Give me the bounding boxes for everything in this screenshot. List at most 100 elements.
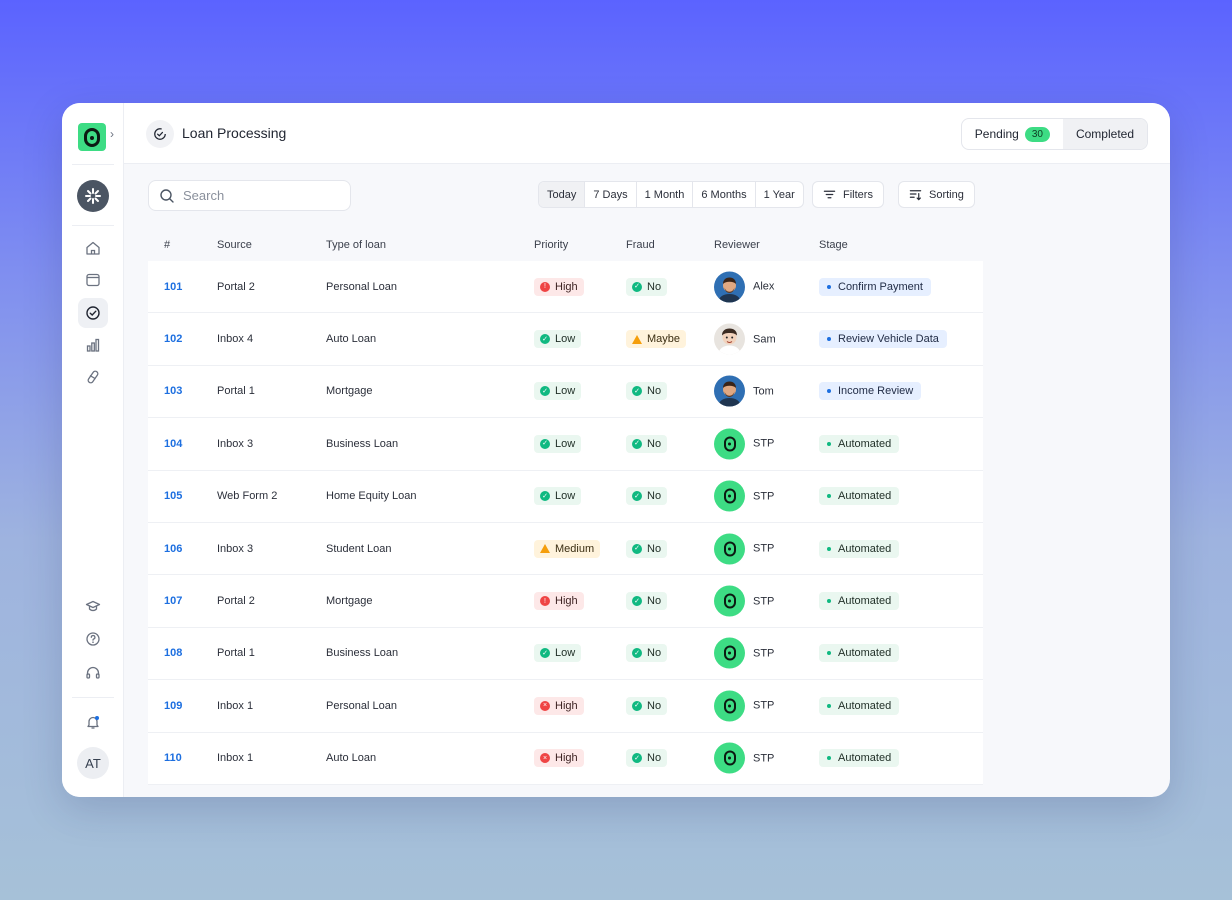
- stage-label: Automated: [838, 437, 892, 450]
- nav-learn[interactable]: [78, 591, 108, 621]
- stage-badge[interactable]: Automated: [819, 644, 900, 663]
- tab-pending[interactable]: Pending 30: [962, 119, 1063, 149]
- loan-id-link[interactable]: 109: [164, 700, 182, 712]
- loan-id-link[interactable]: 106: [164, 543, 182, 555]
- priority-label: Low: [555, 437, 576, 450]
- col-fraud[interactable]: Fraud: [626, 239, 655, 251]
- reviewer-cell[interactable]: STP: [714, 742, 774, 774]
- check-icon: ✓: [632, 491, 642, 502]
- sorting-button[interactable]: Sorting: [898, 181, 975, 208]
- table-row[interactable]: 109 Inbox 1 Personal Loan × High ✓ No STP Automa…: [148, 680, 983, 733]
- loan-id-link[interactable]: 102: [164, 333, 182, 345]
- date-range-selector: Today 7 Days 1 Month 6 Months 1 Year: [538, 181, 804, 208]
- workspace-avatar[interactable]: [77, 180, 109, 212]
- nav-windows[interactable]: [78, 265, 108, 295]
- page-header: Loan Processing Pending 30 Completed: [124, 103, 1170, 164]
- range-6-months[interactable]: 6 Months: [693, 182, 756, 207]
- loan-type-cell: Auto Loan: [326, 752, 377, 765]
- stage-label: Automated: [838, 647, 892, 660]
- stage-label: Automated: [838, 542, 892, 555]
- stage-badge[interactable]: Automated: [819, 539, 900, 558]
- loan-id-link[interactable]: 107: [164, 595, 182, 607]
- fraud-label: No: [647, 490, 662, 503]
- tab-completed[interactable]: Completed: [1062, 119, 1147, 149]
- col-id[interactable]: #: [164, 239, 170, 251]
- table-row[interactable]: 105 Web Form 2 Home Equity Loan ✓ Low ✓ No STP A…: [148, 470, 983, 523]
- range-1-month[interactable]: 1 Month: [637, 182, 694, 207]
- loan-id-link[interactable]: 110: [164, 752, 182, 764]
- priority-label: High: [555, 280, 578, 293]
- check-icon: ✓: [632, 596, 642, 607]
- loan-id-link[interactable]: 101: [164, 281, 182, 293]
- col-reviewer[interactable]: Reviewer: [714, 239, 760, 251]
- reviewer-cell[interactable]: Sam: [714, 323, 776, 355]
- nav-notifications[interactable]: [78, 707, 108, 737]
- priority-label: Low: [555, 333, 576, 346]
- fraud-badge: ✓ No: [626, 644, 668, 663]
- range-today[interactable]: Today: [539, 182, 586, 207]
- reviewer-cell[interactable]: Tom: [714, 375, 774, 407]
- search-box[interactable]: [148, 180, 351, 211]
- stage-badge[interactable]: Confirm Payment: [819, 277, 931, 296]
- fraud-badge: ✓ No: [626, 749, 668, 768]
- col-stage[interactable]: Stage: [819, 239, 848, 251]
- stage-badge[interactable]: Automated: [819, 592, 900, 611]
- priority-badge: × High: [534, 749, 584, 768]
- nav-help[interactable]: [78, 624, 108, 654]
- table-row[interactable]: 106 Inbox 3 Student Loan Medium ✓ No STP Automa…: [148, 522, 983, 576]
- loan-id-link[interactable]: 108: [164, 647, 182, 659]
- col-loan-type[interactable]: Type of loan: [326, 239, 386, 251]
- loan-type-cell: Business Loan: [326, 647, 399, 660]
- reviewer-cell[interactable]: STP: [714, 637, 774, 669]
- stp-logo-icon: [714, 742, 745, 774]
- table-row[interactable]: 102 Inbox 4 Auto Loan ✓ Low Maybe Sam Review Ve…: [148, 313, 983, 366]
- stage-badge[interactable]: Automated: [819, 749, 900, 768]
- user-avatar[interactable]: AT: [77, 747, 109, 779]
- stage-badge[interactable]: Automated: [819, 434, 900, 453]
- table-row[interactable]: 110 Inbox 1 Auto Loan × High ✓ No STP Automated: [148, 732, 983, 785]
- fraud-badge: ✓ No: [626, 696, 668, 715]
- reviewer-cell[interactable]: Alex: [714, 271, 774, 303]
- search-input[interactable]: [183, 188, 333, 203]
- stage-badge[interactable]: Automated: [819, 696, 900, 715]
- table-row[interactable]: 107 Portal 2 Mortgage! High ✓ No STP Automated: [148, 575, 983, 628]
- reviewer-cell[interactable]: STP: [714, 585, 774, 617]
- table-row[interactable]: 104 Inbox 3 Business Loan ✓ Low ✓ No STP Automat…: [148, 418, 983, 471]
- col-priority[interactable]: Priority: [534, 239, 568, 251]
- loan-id-link[interactable]: 105: [164, 490, 182, 502]
- stage-badge[interactable]: Automated: [819, 487, 900, 506]
- col-source[interactable]: Source: [217, 239, 252, 251]
- check-icon: ✓: [540, 648, 550, 659]
- loan-id-link[interactable]: 104: [164, 438, 182, 450]
- reviewer-cell[interactable]: STP: [714, 690, 774, 722]
- loan-type-cell: Mortgage: [326, 385, 373, 398]
- nav-integrations[interactable]: [78, 362, 108, 392]
- fraud-cell: Maybe: [626, 330, 687, 349]
- nav-tasks[interactable]: [78, 298, 108, 328]
- expand-sidebar-icon[interactable]: ›: [110, 127, 114, 141]
- app-logo[interactable]: [78, 123, 106, 151]
- priority-label: High: [555, 752, 578, 765]
- priority-badge: ✓ Low: [534, 434, 582, 453]
- reviewer-cell[interactable]: STP: [714, 480, 774, 512]
- stage-cell: Automated: [819, 434, 900, 453]
- table-row[interactable]: 108 Portal 1 Business Loan ✓ Low ✓ No STP Automa…: [148, 627, 983, 681]
- nav-analytics[interactable]: [78, 330, 108, 360]
- reviewer-cell[interactable]: STP: [714, 428, 774, 460]
- fraud-cell: ✓ No: [626, 696, 668, 715]
- reviewer-cell[interactable]: STP: [714, 533, 774, 565]
- range-7-days[interactable]: 7 Days: [585, 182, 637, 207]
- table-row[interactable]: 103 Portal 1 Mortgage ✓ Low ✓ No Tom Income Revi…: [148, 365, 983, 419]
- nav-support[interactable]: [78, 658, 108, 688]
- fraud-badge: ✓ No: [626, 539, 668, 558]
- table-row[interactable]: 101 Portal 2 Personal Loan! High ✓ No Alex Conf…: [148, 261, 983, 314]
- stage-badge[interactable]: Review Vehicle Data: [819, 330, 947, 349]
- home-icon: [86, 241, 100, 255]
- stage-badge[interactable]: Income Review: [819, 382, 922, 401]
- loan-id-link[interactable]: 103: [164, 385, 182, 397]
- filters-button[interactable]: Filters: [812, 181, 884, 208]
- range-1-year[interactable]: 1 Year: [756, 182, 803, 207]
- nav-home[interactable]: [78, 233, 108, 263]
- check-icon: ✓: [632, 438, 642, 449]
- stage-label: Automated: [838, 752, 892, 765]
